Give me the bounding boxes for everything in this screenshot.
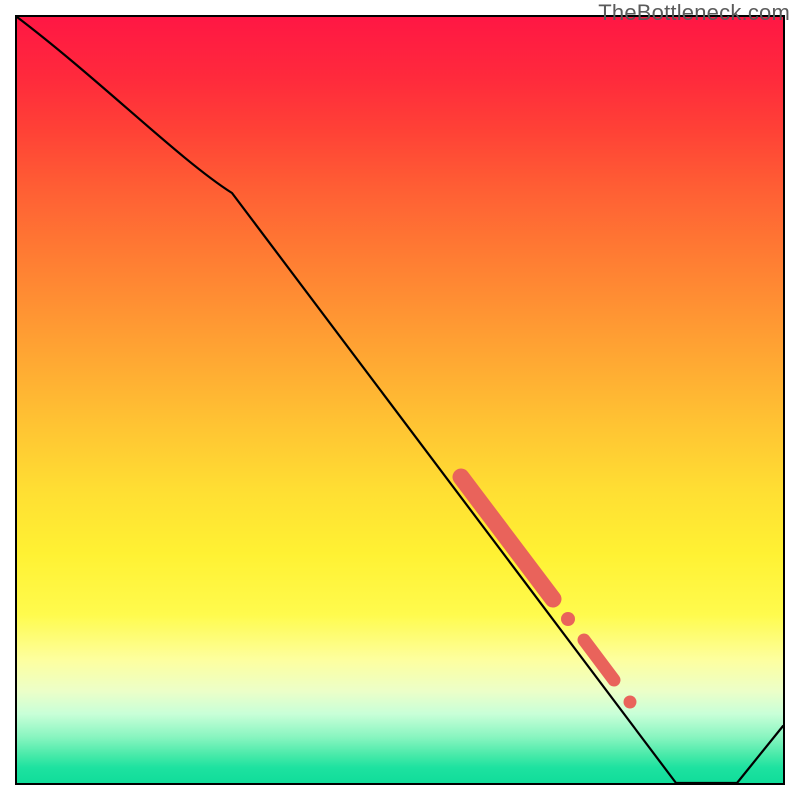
plot-border-right bbox=[783, 15, 785, 785]
chart-container: TheBottleneck.com bbox=[0, 0, 800, 800]
plot-background-gradient bbox=[17, 17, 783, 783]
plot-border-bottom bbox=[15, 783, 785, 785]
plot-border-left bbox=[15, 15, 17, 785]
watermark-text: TheBottleneck.com bbox=[598, 0, 790, 26]
